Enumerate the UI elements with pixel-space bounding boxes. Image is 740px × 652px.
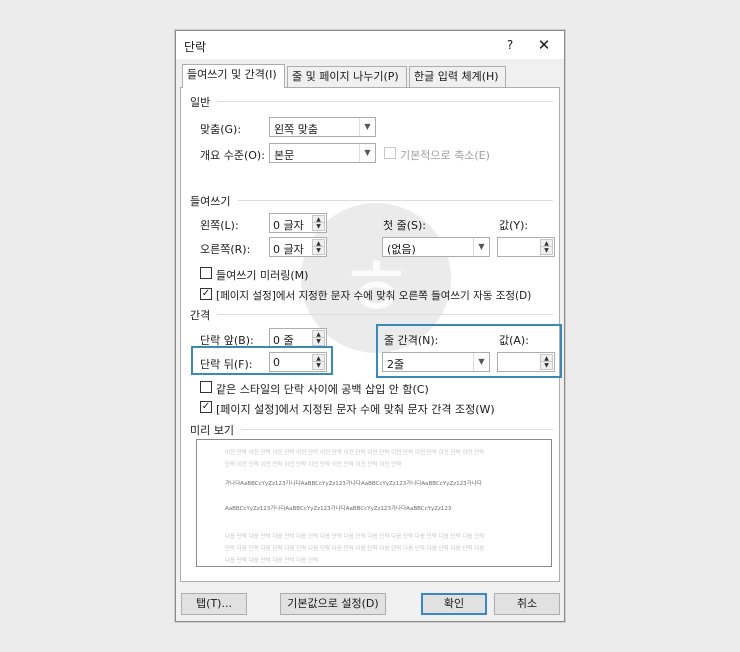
spin-up-icon[interactable]: ▲ — [313, 355, 324, 362]
preview-heading: 미리 보기 — [190, 424, 234, 437]
indent-right-input[interactable]: 0 글자 ▲ ▼ — [269, 237, 327, 257]
spin-up-icon[interactable]: ▲ — [313, 216, 324, 223]
mirror-indents-label: 들여쓰기 미러링(M) — [216, 269, 309, 282]
line-spacing-select[interactable]: 2줄 ▼ — [382, 352, 490, 372]
mirror-indents-checkbox[interactable] — [200, 267, 212, 279]
outline-level-select[interactable]: 본문 ▼ — [269, 143, 376, 163]
close-button[interactable]: ✕ — [532, 34, 556, 56]
line-spacing-label: 줄 간격(N): — [384, 334, 439, 347]
preview-next-line: 단락 다음 단락 다음 단락 다음 단락 다음 단락 다음 단락 다음 단락 다… — [225, 546, 485, 552]
spin-buttons[interactable]: ▲ ▼ — [312, 215, 325, 231]
indent-left-value: 0 글자 — [273, 219, 304, 232]
snap-to-grid-label: [페이지 설정]에서 지정된 문자 수에 맞춰 문자 간격 조정(W) — [216, 403, 495, 416]
preview-prev-line: 이전 단락 이전 단락 이전 단락 이전 단락 이전 단락 이전 단락 이전 단… — [225, 450, 485, 456]
spin-up-icon[interactable]: ▲ — [541, 355, 552, 362]
snap-to-grid-checkbox[interactable]: ✓ — [200, 401, 212, 413]
general-divider — [217, 101, 553, 102]
spin-up-icon[interactable]: ▲ — [313, 331, 324, 338]
tab-indents-spacing[interactable]: 들여쓰기 및 간격(I) — [182, 64, 285, 88]
collapsed-label: 기본적으로 축소(E) — [400, 149, 490, 162]
indent-by-input[interactable]: ▲ ▼ — [497, 237, 555, 257]
alignment-value: 왼쪽 맞춤 — [274, 123, 318, 136]
collapsed-checkbox[interactable] — [384, 147, 396, 159]
spin-up-icon[interactable]: ▲ — [541, 240, 552, 247]
tab-line-page-breaks[interactable]: 줄 및 페이지 나누기(P) — [287, 66, 407, 87]
chevron-down-icon: ▼ — [359, 118, 375, 136]
help-button[interactable]: ? — [500, 34, 520, 56]
indent-by-label: 값(Y): — [499, 219, 529, 232]
preview-sample-line: 가나다AaBBCcYyZz123가나다AaBBCcYyZz123가나다AaBBC… — [225, 481, 482, 487]
line-spacing-value: 2줄 — [387, 358, 405, 371]
indent-heading: 들여쓰기 — [190, 195, 231, 208]
set-default-button[interactable]: 기본값으로 설정(D) — [280, 593, 386, 615]
spin-buttons[interactable]: ▲ ▼ — [540, 239, 553, 255]
spin-buttons[interactable]: ▲ ▼ — [312, 239, 325, 255]
preview-prev-line: 단락 이전 단락 이전 단락 이전 단락 이전 단락 이전 단락 이전 단락 이… — [225, 462, 402, 468]
line-spacing-at-input[interactable]: ▲ ▼ — [497, 352, 555, 372]
spin-down-icon[interactable]: ▼ — [541, 362, 552, 369]
preview-next-line: 다음 단락 다음 단락 다음 단락 다음 단락 — [225, 558, 319, 564]
no-space-same-style-checkbox[interactable] — [200, 381, 212, 393]
auto-adjust-indent-label: [페이지 설정]에서 지정한 문자 수에 맞춰 오른쪽 들여쓰기 자동 조정(D… — [216, 290, 532, 302]
spin-up-icon[interactable]: ▲ — [313, 240, 324, 247]
title-bar: 단락 ? ✕ — [176, 31, 564, 59]
chevron-down-icon: ▼ — [473, 238, 489, 256]
preview-box: 이전 단락 이전 단락 이전 단락 이전 단락 이전 단락 이전 단락 이전 단… — [196, 439, 552, 567]
line-spacing-at-label: 값(A): — [499, 334, 529, 347]
spacing-divider — [217, 314, 553, 315]
outline-level-label: 개요 수준(O): — [200, 149, 265, 162]
alignment-select[interactable]: 왼쪽 맞춤 ▼ — [269, 117, 376, 137]
spin-buttons[interactable]: ▲ ▼ — [312, 354, 325, 370]
space-after-label: 단락 뒤(F): — [200, 358, 253, 371]
no-space-same-style-label: 같은 스타일의 단락 사이에 공백 삽입 안 함(C) — [216, 383, 429, 396]
indent-right-label: 오른쪽(R): — [200, 243, 251, 256]
indent-divider — [238, 200, 553, 201]
space-before-input[interactable]: 0 줄 ▲ ▼ — [269, 328, 327, 348]
auto-adjust-indent-checkbox[interactable]: ✓ — [200, 288, 212, 300]
special-indent-label: 첫 줄(S): — [383, 219, 427, 232]
indent-right-value: 0 글자 — [273, 243, 304, 256]
general-heading: 일반 — [190, 96, 211, 109]
outline-level-value: 본문 — [274, 149, 295, 162]
cancel-button[interactable]: 취소 — [494, 593, 560, 615]
space-after-input[interactable]: 0 ▲ ▼ — [269, 352, 327, 372]
spin-down-icon[interactable]: ▼ — [313, 247, 324, 254]
ok-button[interactable]: 확인 — [421, 593, 487, 615]
dialog-title: 단락 — [184, 40, 207, 54]
indent-left-label: 왼쪽(L): — [200, 219, 239, 232]
tab-asian-typography[interactable]: 한글 입력 체계(H) — [409, 66, 506, 87]
tabs-button[interactable]: 탭(T)... — [181, 593, 247, 615]
spacing-heading: 간격 — [190, 309, 211, 322]
spin-buttons[interactable]: ▲ ▼ — [312, 330, 325, 346]
alignment-label: 맞춤(G): — [200, 123, 242, 136]
tab-panel: ㅎ 일반 맞춤(G): 왼쪽 맞춤 ▼ 개요 수준(O): 본문 ▼ 기본적으로… — [180, 87, 562, 582]
spin-down-icon[interactable]: ▼ — [541, 247, 552, 254]
chevron-down-icon: ▼ — [359, 144, 375, 162]
preview-next-line: 다음 단락 다음 단락 다음 단락 다음 단락 다음 단락 다음 단락 다음 단… — [225, 534, 485, 540]
preview-divider — [241, 429, 553, 430]
chevron-down-icon: ▼ — [473, 353, 489, 371]
special-indent-value: (없음) — [387, 243, 416, 256]
preview-sample-line: AaBBCcYyZz123가나다AaBBCcYyZz123가나다AaBBCcYy… — [225, 506, 452, 512]
indent-left-input[interactable]: 0 글자 ▲ ▼ — [269, 213, 327, 233]
special-indent-select[interactable]: (없음) ▼ — [382, 237, 490, 257]
space-after-value: 0 — [273, 356, 280, 369]
paragraph-dialog: 단락 ? ✕ 들여쓰기 및 간격(I) 줄 및 페이지 나누기(P) 한글 입력… — [175, 30, 565, 622]
spin-down-icon[interactable]: ▼ — [313, 338, 324, 345]
spin-buttons[interactable]: ▲ ▼ — [540, 354, 553, 370]
spin-down-icon[interactable]: ▼ — [313, 223, 324, 230]
spin-down-icon[interactable]: ▼ — [313, 362, 324, 369]
